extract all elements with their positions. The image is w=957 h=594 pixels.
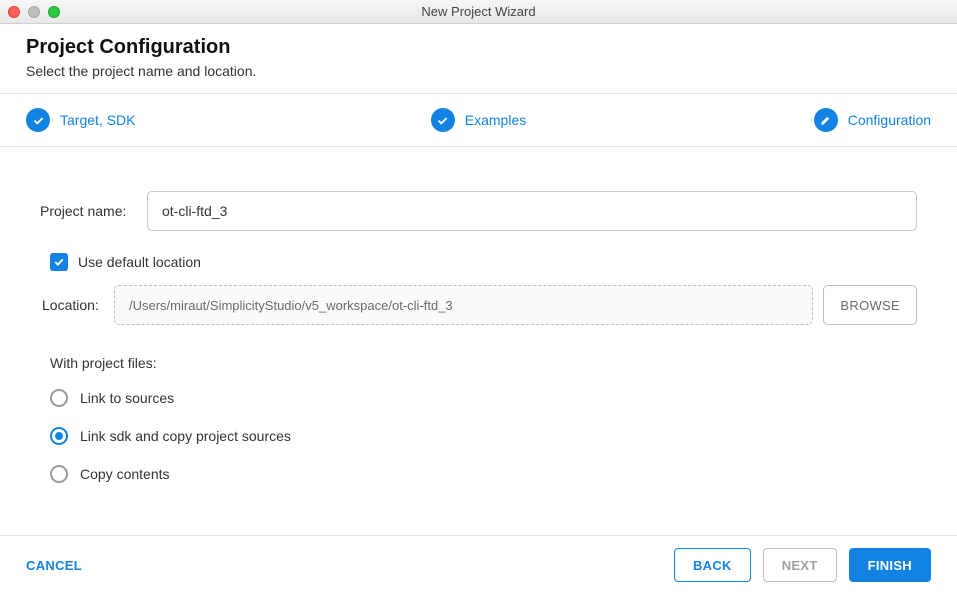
use-default-location-row[interactable]: Use default location [50,253,917,271]
step-examples[interactable]: Examples [328,108,630,132]
project-name-row: Project name: [40,191,917,231]
close-icon[interactable] [8,6,20,18]
project-name-label: Project name: [40,203,135,219]
step-label: Examples [465,112,526,128]
page-subtitle: Select the project name and location. [26,63,931,79]
radio-label: Link sdk and copy project sources [80,428,291,444]
project-name-input[interactable] [147,191,917,231]
next-button[interactable]: NEXT [763,548,837,582]
cancel-button[interactable]: CANCEL [26,548,100,582]
step-configuration[interactable]: Configuration [629,108,931,132]
pencil-icon [814,108,838,132]
finish-button[interactable]: FINISH [849,548,931,582]
location-row: Location: /Users/miraut/SimplicityStudio… [40,285,917,325]
radio-selected-icon[interactable] [50,427,68,445]
radio-label: Copy contents [80,466,170,482]
maximize-icon[interactable] [48,6,60,18]
radio-icon[interactable] [50,389,68,407]
back-button[interactable]: BACK [674,548,751,582]
radio-copy-contents[interactable]: Copy contents [50,465,917,483]
window-title: New Project Wizard [0,4,957,19]
check-icon [26,108,50,132]
location-label: Location: [42,297,104,313]
wizard-stepper: Target, SDK Examples Configuration [0,94,957,147]
page-title: Project Configuration [26,36,931,59]
radio-icon[interactable] [50,465,68,483]
checkbox-checked-icon[interactable] [50,253,68,271]
use-default-location-label: Use default location [78,254,201,270]
window-controls [8,6,60,18]
browse-button[interactable]: BROWSE [823,285,917,325]
titlebar: New Project Wizard [0,0,957,24]
page-header: Project Configuration Select the project… [0,24,957,94]
radio-link-sdk-copy-sources[interactable]: Link sdk and copy project sources [50,427,917,445]
step-target-sdk[interactable]: Target, SDK [26,108,328,132]
location-input: /Users/miraut/SimplicityStudio/v5_worksp… [114,285,813,325]
check-icon [431,108,455,132]
radio-link-to-sources[interactable]: Link to sources [50,389,917,407]
step-label: Configuration [848,112,931,128]
minimize-icon[interactable] [28,6,40,18]
project-files-radio-group: Link to sources Link sdk and copy projec… [50,389,917,483]
radio-label: Link to sources [80,390,174,406]
with-project-files-label: With project files: [50,355,917,371]
step-label: Target, SDK [60,112,135,128]
wizard-footer: CANCEL BACK NEXT FINISH [0,535,957,594]
form-content: Project name: Use default location Locat… [0,147,957,523]
